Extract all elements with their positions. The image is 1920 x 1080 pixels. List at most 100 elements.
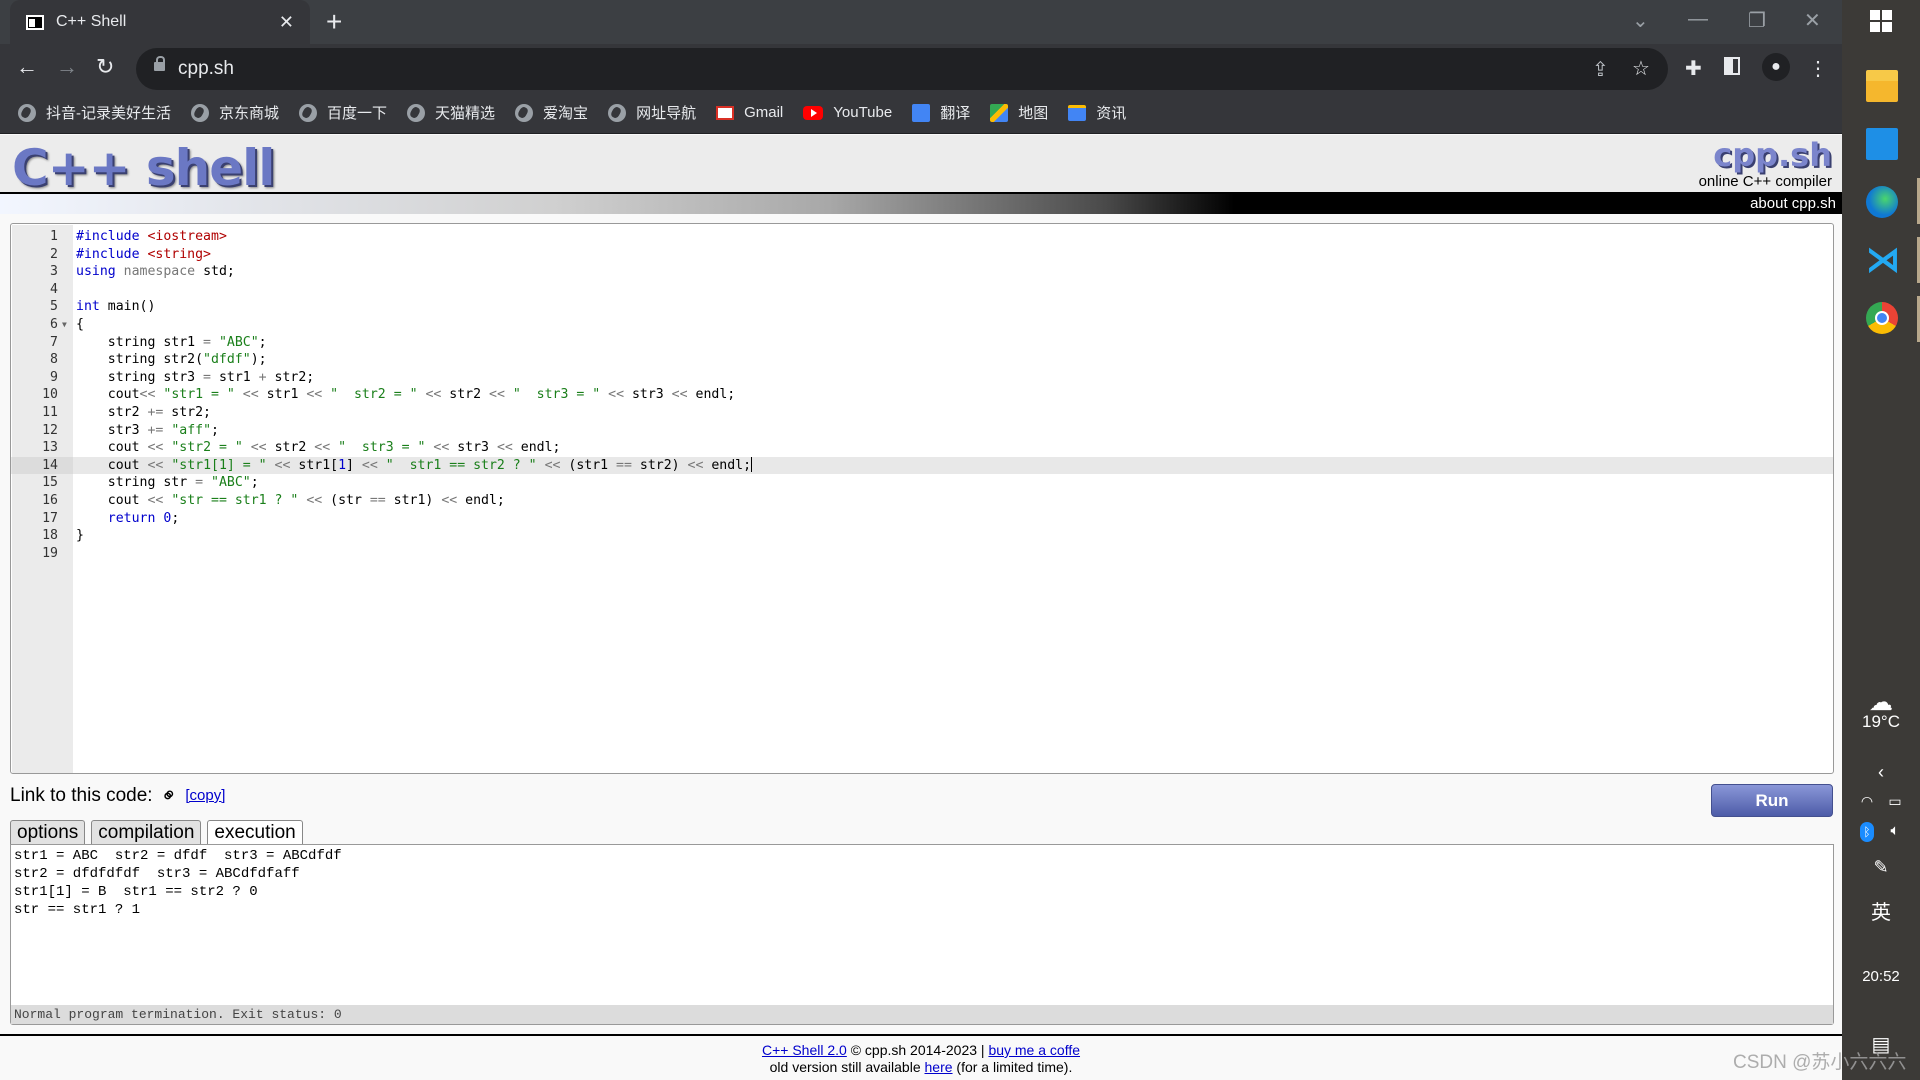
bookmark-aitaobao[interactable]: 爱淘宝 (515, 102, 588, 123)
code-line[interactable]: 8 string str2("dfdf"); (11, 351, 1833, 369)
bookmark-label: YouTube (833, 104, 893, 121)
code-editor[interactable]: 1 #include <iostream> 2 #include <string> 3 u… (10, 223, 1834, 774)
chrome-icon[interactable] (1866, 302, 1898, 334)
news-icon (1068, 104, 1087, 121)
tab-execution[interactable]: execution (207, 820, 303, 844)
url-text[interactable]: cpp.sh (178, 58, 234, 80)
bookmark-label: 翻译 (940, 105, 971, 122)
mail-icon[interactable] (1866, 128, 1898, 160)
bookmark-news[interactable]: 资讯 (1068, 102, 1126, 123)
code-line[interactable]: 2 #include <string> (11, 246, 1833, 264)
show-hidden-icons-chevron[interactable]: ‹ (1842, 762, 1920, 783)
bookmark-maps[interactable]: 地图 (990, 102, 1048, 123)
tab-search-chevron-icon[interactable]: ⌄ (1632, 8, 1649, 33)
code-line[interactable]: 18} (11, 527, 1833, 545)
code-line[interactable]: 16 cout << "str == str1 ? " << (str == s… (11, 492, 1833, 510)
code-text: cout << "str1[1] = " << str1[1] << " str… (76, 457, 753, 473)
globe-icon (608, 103, 627, 122)
ime-indicator[interactable]: 英 (1842, 896, 1920, 925)
old-version-here-link[interactable]: here (925, 1059, 953, 1075)
code-line[interactable]: 11 str2 += str2; (11, 404, 1833, 422)
code-line[interactable]: 17 return 0; (11, 510, 1833, 528)
vscode-icon[interactable]: ⋊ (1866, 243, 1900, 277)
line-number: 4 (50, 281, 58, 297)
code-line[interactable]: 12 str3 += "aff"; (11, 422, 1833, 440)
back-arrow-icon[interactable]: ← (16, 54, 38, 80)
code-line[interactable]: 5 int main() (11, 298, 1833, 316)
close-window-button[interactable]: ✕ (1804, 8, 1821, 33)
link-chain-icon[interactable]: ⚭ (154, 781, 184, 811)
code-line[interactable]: 15 string str = "ABC"; (11, 474, 1833, 492)
clock[interactable]: 20:52 (1842, 968, 1920, 985)
minimize-button[interactable]: — (1688, 8, 1708, 31)
profile-avatar-icon[interactable]: ● (1762, 53, 1790, 81)
line-number: 9 (50, 369, 58, 385)
code-line[interactable]: 10 cout<< "str1 = " << str1 << " str2 = … (11, 386, 1833, 404)
fold-arrow-icon[interactable]: ▼ (62, 316, 67, 334)
line-number: 13 (42, 440, 58, 456)
file-explorer-icon[interactable] (1866, 70, 1898, 102)
buy-coffee-link[interactable]: buy me a coffe (988, 1042, 1080, 1058)
code-line[interactable]: 7 string str1 = "ABC"; (11, 334, 1833, 352)
bookmark-star-icon[interactable]: ☆ (1632, 56, 1650, 81)
lock-icon[interactable] (154, 56, 165, 71)
site-logo[interactable]: C++ shell (12, 139, 275, 197)
gmail-icon (716, 105, 735, 120)
tab-options[interactable]: options (10, 820, 86, 844)
side-panel-icon[interactable] (1724, 57, 1740, 75)
battery-icon[interactable]: ▭ (1856, 793, 1920, 810)
copy-link[interactable]: [copy] (185, 787, 225, 804)
code-line[interactable]: 6 ▼{ (11, 316, 1833, 334)
bookmark-gmail[interactable]: Gmail (716, 104, 783, 121)
terminal-favicon-icon (26, 14, 44, 30)
code-text: str3 += "aff"; (76, 422, 219, 438)
code-line[interactable]: 9 string str3 = str1 + str2; (11, 369, 1833, 387)
pen-icon[interactable]: ✎ (1842, 857, 1920, 878)
edge-browser-icon[interactable] (1866, 186, 1898, 218)
about-link[interactable]: about cpp.sh (1750, 195, 1836, 212)
globe-icon (18, 103, 36, 122)
bookmark-baidu[interactable]: 百度一下 (299, 102, 387, 123)
bookmark-youtube[interactable]: YouTube (803, 104, 892, 121)
browser-window: C++ Shell ✕ + ⌄ — ❐ ✕ ← → ↻ cpp.sh ⇪ ☆ ✚… (0, 0, 1842, 1080)
bookmark-nav[interactable]: 网址导航 (608, 102, 696, 123)
extensions-puzzle-icon[interactable]: ✚ (1685, 56, 1702, 81)
reload-icon[interactable]: ↻ (96, 54, 114, 80)
code-line[interactable]: 4 (11, 281, 1833, 299)
bookmark-translate[interactable]: 翻译 (912, 102, 970, 123)
version-link[interactable]: C++ Shell 2.0 (762, 1042, 847, 1058)
address-bar[interactable]: cpp.sh ⇪ ☆ (136, 48, 1668, 90)
code-line[interactable]: 13 cout << "str2 = " << str2 << " str3 =… (11, 439, 1833, 457)
volume-icon[interactable]: 🔈︎ (1856, 822, 1920, 839)
close-tab-icon[interactable]: ✕ (279, 12, 294, 33)
restore-button[interactable]: ❐ (1748, 8, 1766, 33)
bookmark-jd[interactable]: 京东商城 (191, 102, 279, 123)
bookmark-label: 地图 (1018, 105, 1049, 122)
forward-arrow-icon[interactable]: → (56, 54, 78, 80)
bookmark-douyin[interactable]: 抖音-记录美好生活 (18, 102, 171, 123)
code-line[interactable]: 19 (11, 545, 1833, 563)
output-lines: str1 = ABC str2 = dfdf str3 = ABCdfdf st… (11, 845, 1833, 919)
new-tab-button[interactable]: + (326, 6, 342, 38)
tab-strip: C++ Shell ✕ + ⌄ — ❐ ✕ (0, 0, 1842, 44)
text-cursor (751, 457, 753, 473)
code-text: #include <string> (76, 246, 212, 262)
weather-temp[interactable]: 19°C (1842, 712, 1920, 732)
globe-icon (299, 103, 318, 122)
tab-title: C++ Shell (56, 13, 127, 30)
brand-block: cpp.sh online C++ compiler (1699, 139, 1832, 190)
windows-start-icon[interactable] (1870, 10, 1892, 32)
translate-icon (912, 103, 931, 122)
code-line[interactable]: 14 cout << "str1[1] = " << str1[1] << " … (11, 456, 1833, 475)
output-line: str1[1] = B str1 == str2 ? 0 (14, 884, 258, 900)
code-line[interactable]: 3 using namespace std; (11, 263, 1833, 281)
tab-cpp-shell[interactable]: C++ Shell ✕ (10, 0, 310, 44)
share-icon[interactable]: ⇪ (1592, 57, 1609, 82)
menu-kebab-icon[interactable]: ⋮ (1808, 56, 1828, 81)
bookmark-tmall[interactable]: 天猫精选 (407, 102, 495, 123)
code-line[interactable]: 1 #include <iostream> (11, 228, 1833, 246)
bookmarks-bar: 抖音-记录美好生活 京东商城 百度一下 天猫精选 爱淘宝 网址导航 Gmail … (0, 92, 1842, 134)
run-button[interactable]: Run (1711, 784, 1833, 817)
tab-compilation[interactable]: compilation (91, 820, 202, 844)
brand-name[interactable]: cpp.sh (1699, 139, 1832, 171)
